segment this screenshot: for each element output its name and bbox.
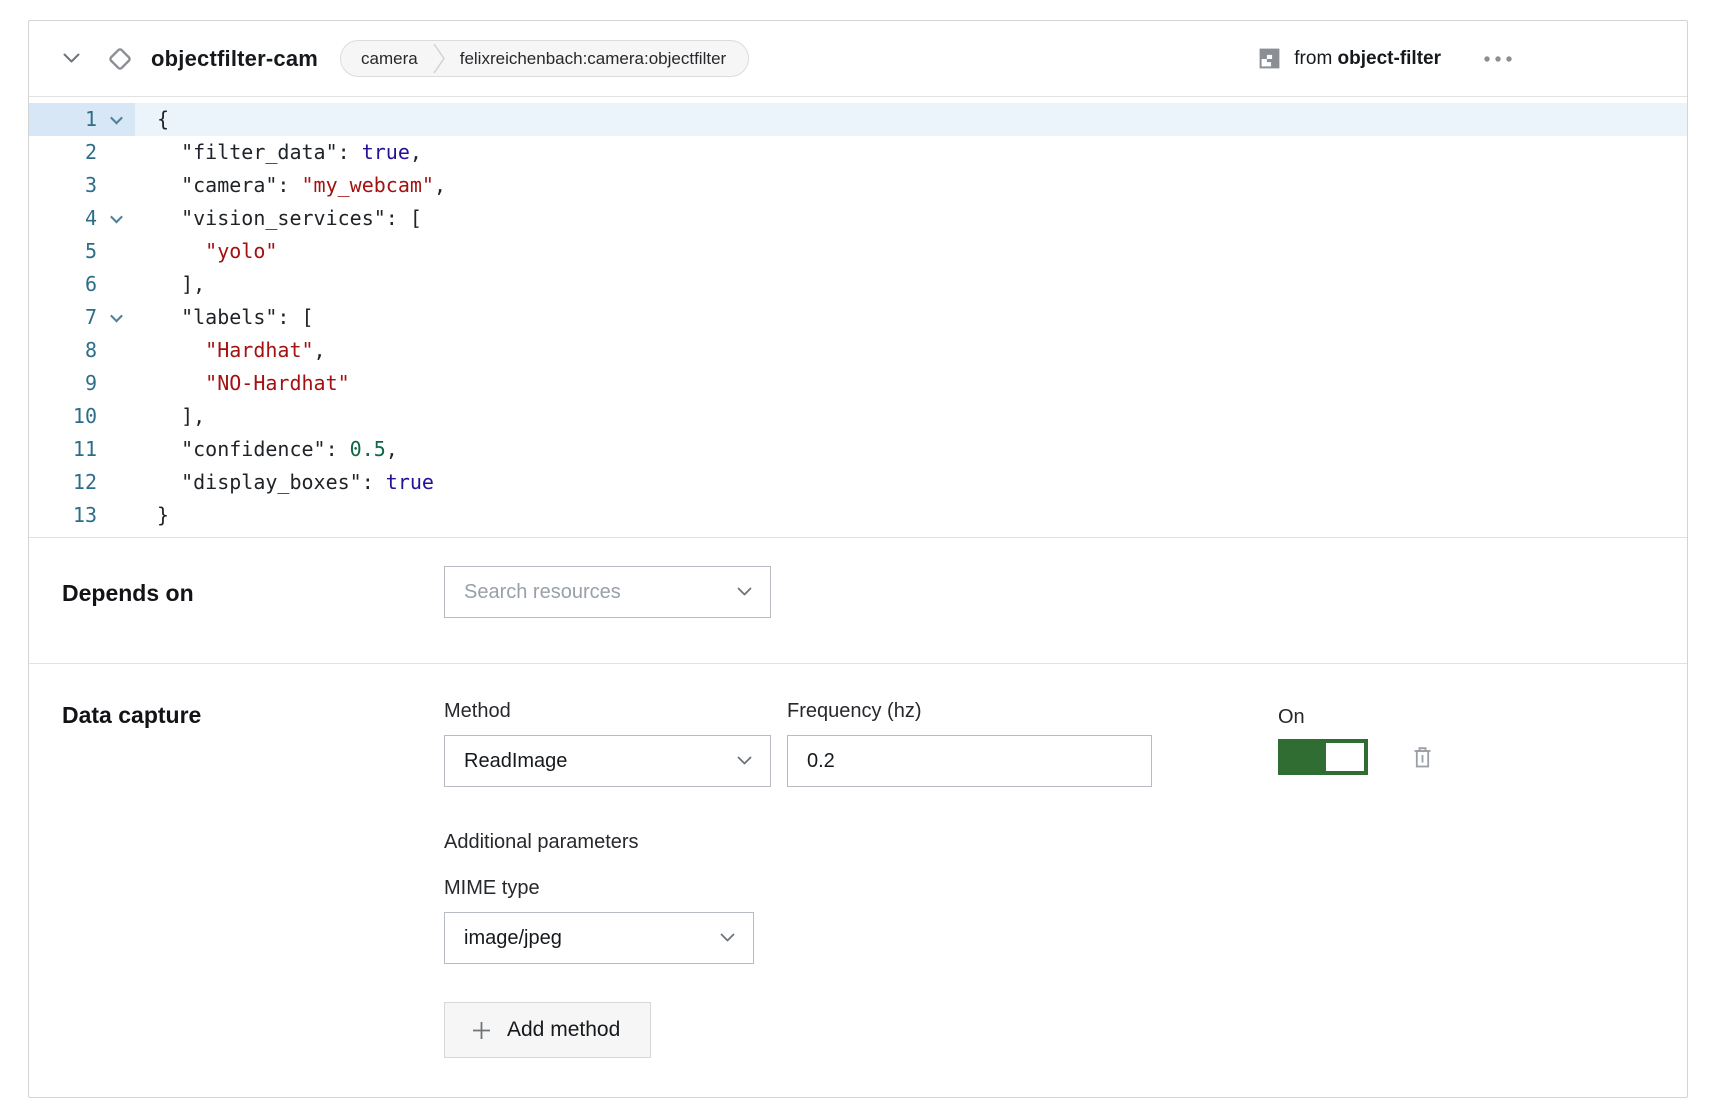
json-code-editor[interactable]: 1{2 "filter_data": true,3 "camera": "my_… — [29, 97, 1687, 537]
line-number: 2 — [29, 136, 97, 169]
add-method-label: Add method — [507, 1018, 620, 1042]
add-method-button[interactable]: Add method — [444, 1002, 651, 1058]
line-number: 13 — [29, 499, 97, 532]
card-header: objectfilter-cam camera felixreichenbach… — [29, 21, 1687, 97]
code-lines: 1{2 "filter_data": true,3 "camera": "my_… — [29, 103, 1687, 532]
fold-gutter-spacer — [97, 136, 135, 169]
collapse-button[interactable] — [59, 47, 83, 71]
ellipsis-icon — [1482, 55, 1514, 63]
depends-on-label: Depends on — [62, 580, 444, 663]
chevron-down-icon — [737, 756, 752, 766]
code-line-text: "NO-Hardhat" — [135, 367, 1687, 400]
code-line[interactable]: 12 "display_boxes": true — [29, 466, 1687, 499]
search-resources-select[interactable]: Search resources — [444, 566, 771, 618]
code-line-text: "yolo" — [135, 235, 1687, 268]
resource-config-card: objectfilter-cam camera felixreichenbach… — [28, 20, 1688, 1098]
tag-type: camera — [341, 49, 432, 69]
additional-parameters-label: Additional parameters — [444, 831, 1438, 854]
tag-model: felixreichenbach:camera:objectfilter — [446, 49, 748, 69]
fold-gutter-spacer — [97, 268, 135, 301]
code-line-text: "Hardhat", — [135, 334, 1687, 367]
line-number: 12 — [29, 466, 97, 499]
frequency-input[interactable] — [787, 735, 1152, 787]
code-line-text: "vision_services": [ — [135, 202, 1687, 235]
code-line-text: "filter_data": true, — [135, 136, 1687, 169]
line-number: 11 — [29, 433, 97, 466]
line-number: 10 — [29, 400, 97, 433]
mime-type-label: MIME type — [444, 877, 1438, 900]
code-line-text: { — [135, 103, 1687, 136]
fold-gutter-spacer — [97, 169, 135, 202]
module-attribution-text: from object-filter — [1294, 48, 1441, 70]
line-number: 4 — [29, 202, 97, 235]
plus-icon — [471, 1020, 492, 1041]
code-line-text: "confidence": 0.5, — [135, 433, 1687, 466]
code-line[interactable]: 3 "camera": "my_webcam", — [29, 169, 1687, 202]
code-line[interactable]: 11 "confidence": 0.5, — [29, 433, 1687, 466]
tag-separator-icon — [432, 40, 446, 77]
code-line-text: ], — [135, 400, 1687, 433]
delete-method-button[interactable] — [1406, 741, 1438, 773]
code-line-text: "camera": "my_webcam", — [135, 169, 1687, 202]
fold-gutter-spacer — [97, 433, 135, 466]
code-line[interactable]: 5 "yolo" — [29, 235, 1687, 268]
code-line[interactable]: 13} — [29, 499, 1687, 532]
line-number: 8 — [29, 334, 97, 367]
code-line[interactable]: 4 "vision_services": [ — [29, 202, 1687, 235]
line-number: 1 — [29, 103, 97, 136]
code-line[interactable]: 10 ], — [29, 400, 1687, 433]
frequency-label: Frequency (hz) — [787, 700, 1152, 723]
code-line[interactable]: 1{ — [29, 103, 1687, 136]
resource-tag-pill: camera felixreichenbach:camera:objectfil… — [340, 40, 749, 77]
fold-gutter-spacer — [97, 499, 135, 532]
code-line-text: } — [135, 499, 1687, 532]
code-line-text: "display_boxes": true — [135, 466, 1687, 499]
mime-type-value: image/jpeg — [464, 927, 562, 950]
method-select[interactable]: ReadImage — [444, 735, 771, 787]
chevron-down-icon — [63, 53, 80, 64]
module-icon — [1257, 46, 1282, 71]
chevron-down-icon — [737, 587, 752, 597]
method-value: ReadImage — [464, 750, 567, 773]
line-number: 3 — [29, 169, 97, 202]
code-line-text: ], — [135, 268, 1687, 301]
code-line[interactable]: 2 "filter_data": true, — [29, 136, 1687, 169]
fold-gutter-spacer — [97, 466, 135, 499]
capture-toggle[interactable] — [1278, 739, 1368, 775]
code-line[interactable]: 7 "labels": [ — [29, 301, 1687, 334]
code-line[interactable]: 9 "NO-Hardhat" — [29, 367, 1687, 400]
line-number: 7 — [29, 301, 97, 334]
module-attribution: from object-filter — [1257, 46, 1441, 71]
data-capture-label: Data capture — [62, 702, 444, 1098]
line-number: 6 — [29, 268, 97, 301]
line-number: 5 — [29, 235, 97, 268]
fold-gutter-spacer — [97, 400, 135, 433]
fold-toggle-icon[interactable] — [97, 103, 135, 136]
chevron-down-icon — [720, 933, 735, 943]
resource-title: objectfilter-cam — [151, 46, 318, 72]
code-line[interactable]: 6 ], — [29, 268, 1687, 301]
toggle-on-label: On — [1278, 706, 1438, 729]
fold-toggle-icon[interactable] — [97, 202, 135, 235]
toggle-knob — [1326, 743, 1364, 771]
code-line-text: "labels": [ — [135, 301, 1687, 334]
line-number: 9 — [29, 367, 97, 400]
trash-icon — [1410, 744, 1435, 771]
more-options-button[interactable] — [1481, 44, 1515, 74]
fold-gutter-spacer — [97, 334, 135, 367]
data-capture-section: Data capture Method ReadImage Frequency … — [29, 663, 1687, 1098]
method-label: Method — [444, 700, 771, 723]
depends-on-section: Depends on Search resources — [29, 537, 1687, 663]
fold-toggle-icon[interactable] — [97, 301, 135, 334]
fold-gutter-spacer — [97, 235, 135, 268]
code-line[interactable]: 8 "Hardhat", — [29, 334, 1687, 367]
resource-diamond-icon — [105, 44, 135, 74]
search-resources-placeholder: Search resources — [464, 581, 621, 604]
mime-type-select[interactable]: image/jpeg — [444, 912, 754, 964]
fold-gutter-spacer — [97, 367, 135, 400]
